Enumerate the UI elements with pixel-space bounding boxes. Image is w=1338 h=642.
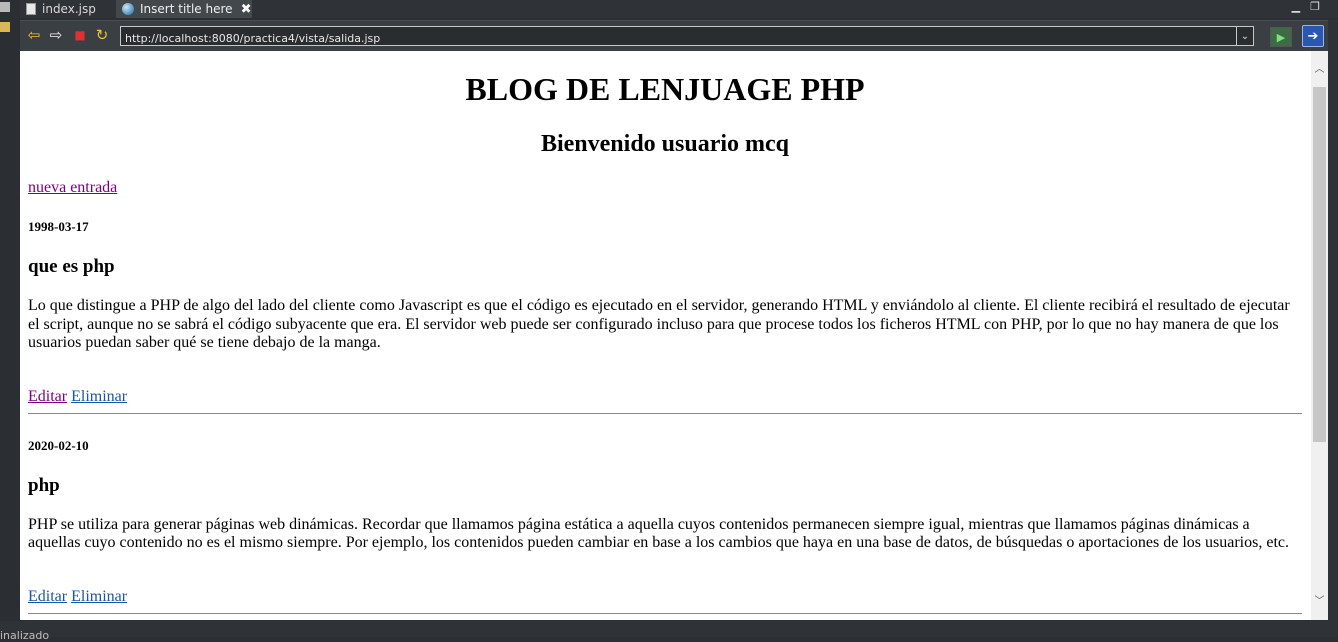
entry-date: 2020-02-10 — [28, 437, 89, 453]
restore-icon[interactable]: ❐ — [1310, 0, 1330, 13]
delete-link[interactable]: Eliminar — [71, 388, 127, 405]
address-bar[interactable]: ⌄ — [120, 26, 1254, 48]
scroll-down-icon[interactable]: ﹀ — [1311, 591, 1328, 608]
status-bar: inalizado — [0, 621, 1338, 642]
browser-viewport: BLOG DE LENJUAGE PHP Bienvenido usuario … — [20, 51, 1328, 620]
tab-browser[interactable]: Insert title here ✖ — [116, 0, 252, 18]
entry-actions: Editar Eliminar — [28, 587, 1302, 606]
globe-icon — [122, 3, 134, 15]
back-button[interactable]: ⇦ — [26, 27, 42, 43]
ide-right-edge — [1328, 20, 1338, 621]
url-dropdown-button[interactable]: ⌄ — [1236, 27, 1253, 45]
entry-actions: Editar Eliminar — [28, 387, 1302, 406]
blog-entry: 1998-03-17 que es php Lo que distingue a… — [28, 219, 1302, 414]
entry-body: Lo que distingue a PHP de algo del lado … — [28, 297, 1290, 351]
go-button[interactable]: ▶ — [1270, 27, 1292, 47]
editor-tab-bar: index.jsp Insert title here ✖ ▁❐ — [20, 0, 1338, 18]
entry-title: que es php — [28, 256, 115, 277]
page-title: BLOG DE LENJUAGE PHP — [465, 71, 865, 107]
status-text: inalizado — [0, 629, 50, 642]
tab-label: index.jsp — [42, 2, 96, 16]
entry-body: PHP se utiliza para generar páginas web … — [28, 515, 1289, 552]
forward-button[interactable]: ⇨ — [48, 27, 64, 43]
back-arrow-icon: ⇦ — [27, 26, 41, 44]
entry-title: php — [28, 474, 60, 496]
vertical-scrollbar[interactable]: ︿ ﹀ — [1311, 51, 1328, 620]
close-icon[interactable]: ✖ — [241, 2, 252, 17]
scrollbar-thumb[interactable] — [1313, 87, 1326, 442]
welcome-heading: Bienvenido usuario mcq — [540, 131, 790, 157]
refresh-button[interactable]: ↻ — [94, 27, 110, 43]
open-external-button[interactable]: ➔ — [1302, 25, 1324, 47]
stop-icon: ■ — [74, 28, 86, 42]
new-entry-link[interactable]: nueva entrada — [28, 178, 1302, 197]
refresh-icon: ↻ — [95, 26, 109, 44]
minimize-icon[interactable]: ▁ — [1292, 0, 1310, 13]
chevron-down-icon: ⌄ — [1240, 30, 1250, 42]
url-input[interactable] — [121, 29, 1237, 48]
delete-link[interactable]: Eliminar — [71, 588, 127, 605]
edit-link[interactable]: Editar — [28, 388, 67, 405]
tab-index-jsp[interactable]: index.jsp — [24, 0, 118, 18]
toolbar-icon[interactable] — [0, 2, 10, 12]
ide-left-strip — [0, 0, 20, 637]
jsp-file-icon — [26, 3, 36, 15]
tab-label: Insert title here — [140, 2, 233, 16]
folder-icon[interactable] — [0, 22, 10, 32]
forward-arrow-icon: ⇨ — [49, 26, 63, 44]
edit-link[interactable]: Editar — [28, 588, 67, 605]
blog-entry: 2020-02-10 php PHP se utiliza para gener… — [28, 438, 1302, 614]
window-controls: ▁❐ — [1292, 0, 1330, 13]
play-icon: ▶ — [1276, 30, 1286, 44]
browser-toolbar: ⇦ ⇨ ■ ↻ ⌄ ▶ ➔ — [20, 20, 1328, 51]
entry-divider — [28, 412, 1302, 414]
entry-divider — [28, 612, 1302, 614]
stop-button[interactable]: ■ — [72, 27, 88, 43]
page-content: BLOG DE LENJUAGE PHP Bienvenido usuario … — [28, 51, 1302, 614]
arrow-right-icon: ➔ — [1307, 28, 1319, 44]
scroll-up-icon[interactable]: ︿ — [1311, 59, 1328, 76]
entry-date: 1998-03-17 — [28, 219, 89, 234]
